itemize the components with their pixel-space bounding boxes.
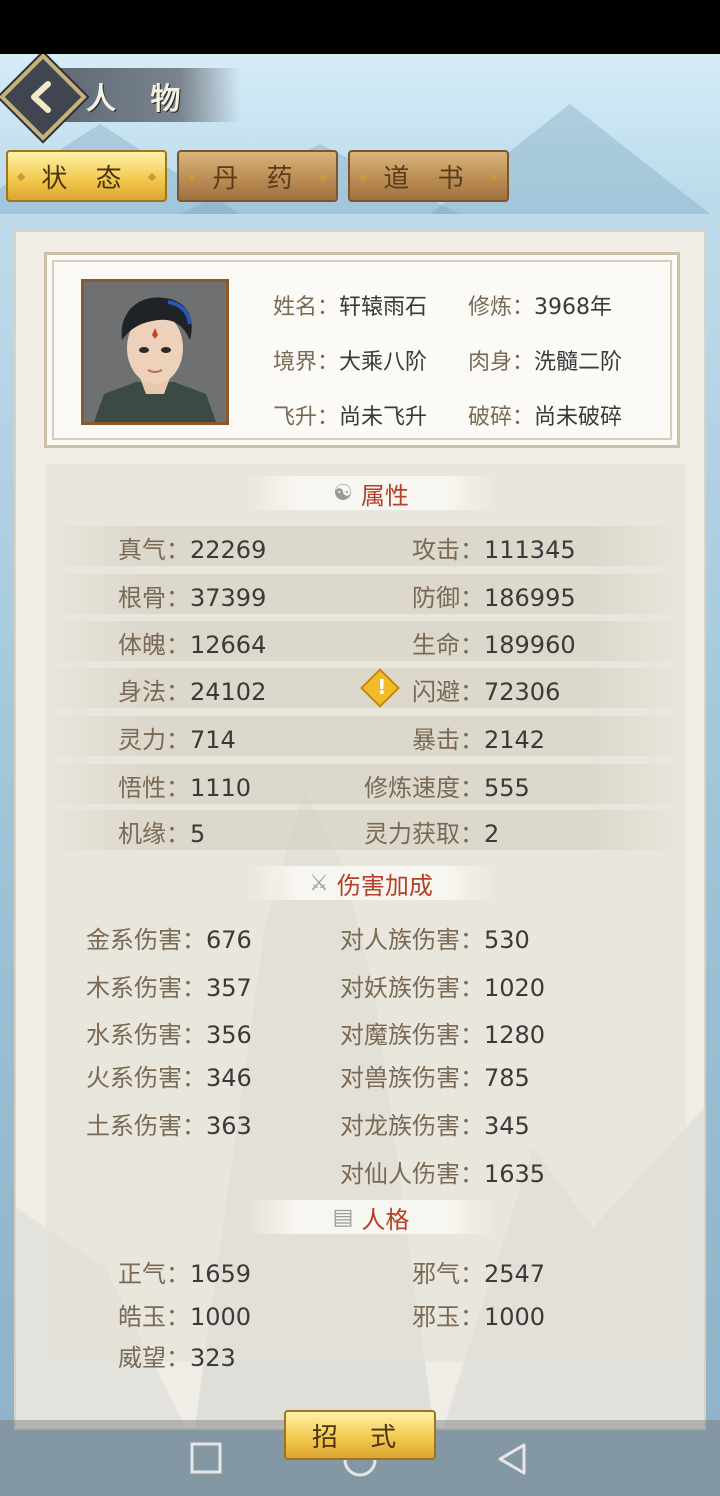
recents-icon[interactable] bbox=[190, 1442, 222, 1478]
stat-personality-l-1: 皓玉：1000 bbox=[118, 1303, 252, 1331]
stat-attributes-r-2: 生命：189960 bbox=[412, 631, 576, 659]
stat-attributes-r-5: 修炼速度：555 bbox=[364, 774, 530, 802]
profile-info: 姓名：轩辕雨石 修炼：3968年 境界：大乘八阶 肉身：洗髓二阶 飞升：尚未飞升… bbox=[273, 277, 663, 442]
attributes-row: 灵力：714 暴击：2142 bbox=[46, 716, 686, 756]
crossed-swords-icon: ⚔ bbox=[309, 870, 329, 896]
stat-attributes-l-1: 根骨：37399 bbox=[118, 584, 267, 612]
profile-name: 姓名：轩辕雨石 bbox=[273, 294, 428, 320]
damage-row: 土系伤害：363 对龙族伤害：345 bbox=[46, 1102, 686, 1142]
stat-attributes-l-4: 灵力：714 bbox=[118, 726, 236, 754]
stat-damage-l-0: 金系伤害：676 bbox=[86, 926, 252, 954]
stat-damage-r-0: 对人族伤害：530 bbox=[340, 926, 530, 954]
stat-attributes-r-3: 闪避：72306 bbox=[412, 678, 561, 706]
attributes-row: 体魄：12664 生命：189960 bbox=[46, 621, 686, 661]
tab-pills[interactable]: 丹 药 bbox=[177, 150, 338, 202]
damage-row: 火系伤害：346 对兽族伤害：785 bbox=[46, 1054, 686, 1094]
stat-damage-r-5: 对仙人伤害：1635 bbox=[340, 1160, 546, 1188]
stat-attributes-r-6: 灵力获取：2 bbox=[364, 820, 500, 848]
stats-area: ☯ 属性 真气：22269 攻击：111345 根骨：37399 防御：186995 体魄… bbox=[46, 464, 686, 1372]
stat-damage-r-3: 对兽族伤害：785 bbox=[340, 1064, 530, 1092]
stat-attributes-r-1: 防御：186995 bbox=[412, 584, 576, 612]
back-nav-icon[interactable] bbox=[496, 1442, 528, 1480]
profile-card: 姓名：轩辕雨石 修炼：3968年 境界：大乘八阶 肉身：洗髓二阶 飞升：尚未飞升… bbox=[44, 252, 680, 448]
yin-yang-icon: ☯ bbox=[333, 480, 353, 506]
section-header-personality: ▤ 人格 bbox=[246, 1200, 496, 1234]
attributes-row: 根骨：37399 防御：186995 bbox=[46, 574, 686, 614]
stat-damage-l-1: 木系伤害：357 bbox=[86, 974, 252, 1002]
profile-body: 肉身：洗髓二阶 bbox=[468, 349, 623, 375]
chevron-left-icon bbox=[31, 81, 51, 113]
tab-books[interactable]: 道 书 bbox=[348, 150, 509, 202]
character-panel: 姓名：轩辕雨石 修炼：3968年 境界：大乘八阶 肉身：洗髓二阶 飞升：尚未飞升… bbox=[14, 230, 706, 1430]
avatar[interactable] bbox=[81, 279, 229, 425]
stat-attributes-l-3: 身法：24102 bbox=[118, 678, 267, 706]
stat-damage-r-1: 对妖族伤害：1020 bbox=[340, 974, 546, 1002]
page-title: 人 物 bbox=[86, 82, 193, 117]
profile-shatter: 破碎：尚未破碎 bbox=[468, 404, 623, 430]
stat-damage-l-4: 土系伤害：363 bbox=[86, 1112, 252, 1140]
personality-row: 威望：323 bbox=[46, 1334, 686, 1374]
stat-damage-r-2: 对魔族伤害：1280 bbox=[340, 1021, 546, 1049]
stat-personality-l-0: 正气：1659 bbox=[118, 1260, 252, 1288]
section-header-damage: ⚔ 伤害加成 bbox=[246, 866, 496, 900]
personality-row: 正气：1659 邪气：2547 bbox=[46, 1250, 686, 1290]
profile-ascend: 飞升：尚未飞升 bbox=[273, 404, 428, 430]
tab-bar: 状 态 丹 药 道 书 bbox=[6, 150, 509, 202]
stat-damage-r-4: 对龙族伤害：345 bbox=[340, 1112, 530, 1140]
stat-attributes-l-6: 机缘：5 bbox=[118, 820, 206, 848]
profile-cultivation: 修炼：3968年 bbox=[468, 294, 613, 320]
attributes-row: 身法：24102 闪避：72306! bbox=[46, 668, 686, 708]
section-header-attributes: ☯ 属性 bbox=[246, 476, 496, 510]
stat-personality-r-1: 邪玉：1000 bbox=[412, 1303, 546, 1331]
status-bar bbox=[0, 0, 720, 54]
stat-personality-r-0: 邪气：2547 bbox=[412, 1260, 546, 1288]
damage-row: 对仙人伤害：1635 bbox=[46, 1150, 686, 1190]
stat-attributes-r-4: 暴击：2142 bbox=[412, 726, 546, 754]
personality-row: 皓玉：1000 邪玉：1000 bbox=[46, 1293, 686, 1333]
stat-attributes-l-0: 真气：22269 bbox=[118, 536, 267, 564]
attributes-row: 悟性：1110 修炼速度：555 bbox=[46, 764, 686, 804]
attributes-row: 真气：22269 攻击：111345 bbox=[46, 526, 686, 566]
stat-attributes-l-2: 体魄：12664 bbox=[118, 631, 267, 659]
profile-realm: 境界：大乘八阶 bbox=[273, 349, 428, 375]
damage-row: 金系伤害：676 对人族伤害：530 bbox=[46, 916, 686, 956]
attributes-row: 机缘：5 灵力获取：2 bbox=[46, 810, 686, 850]
stat-attributes-r-0: 攻击：111345 bbox=[412, 536, 576, 564]
stat-attributes-l-5: 悟性：1110 bbox=[118, 774, 252, 802]
stat-personality-l-2: 威望：323 bbox=[118, 1344, 236, 1372]
tab-status[interactable]: 状 态 bbox=[6, 150, 167, 202]
skills-button[interactable]: 招 式 bbox=[284, 1410, 436, 1460]
stat-damage-l-3: 火系伤害：346 bbox=[86, 1064, 252, 1092]
damage-row: 水系伤害：356 对魔族伤害：1280 bbox=[46, 1011, 686, 1051]
stat-damage-l-2: 水系伤害：356 bbox=[86, 1021, 252, 1049]
damage-row: 木系伤害：357 对妖族伤害：1020 bbox=[46, 964, 686, 1004]
scroll-icon: ▤ bbox=[332, 1204, 354, 1230]
